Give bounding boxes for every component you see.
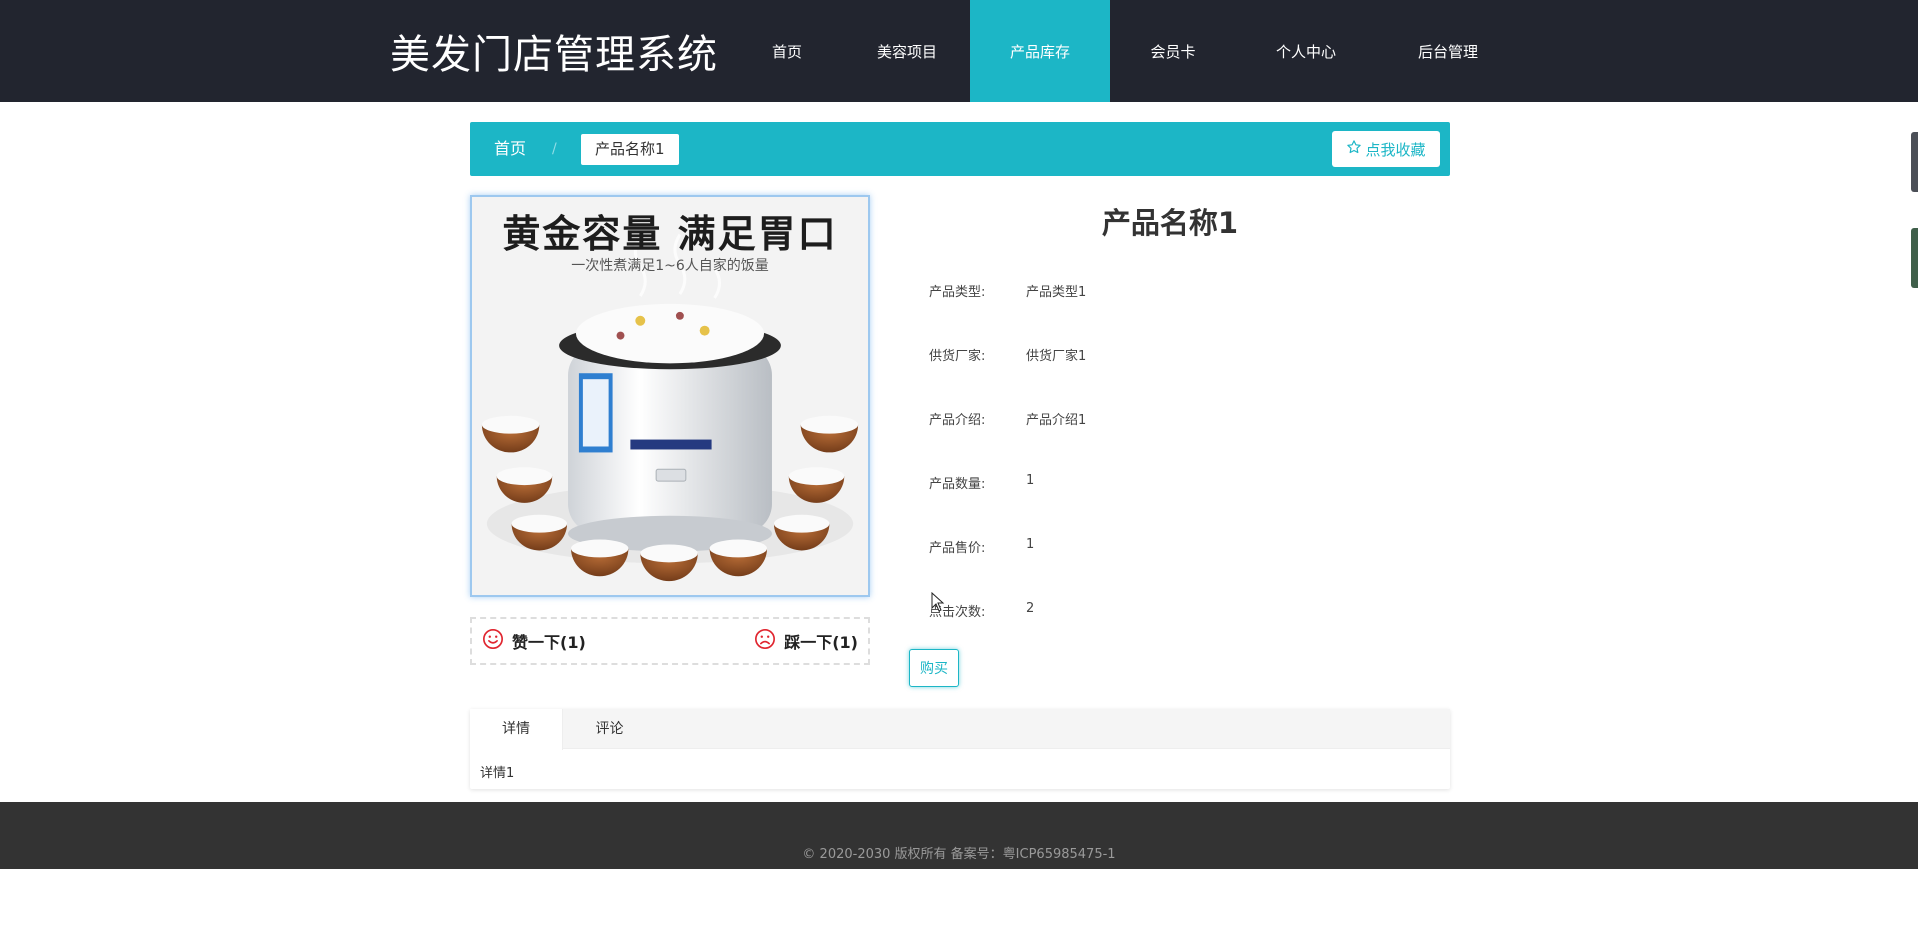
nav-item-member-card[interactable]: 会员卡	[1110, 0, 1236, 102]
like-button[interactable]: 赞一下(1)	[482, 619, 586, 663]
field-value-price: 1	[1026, 537, 1035, 552]
field-value-intro: 产品介绍1	[1026, 413, 1087, 428]
dislike-label: 踩一下(1)	[784, 633, 858, 652]
like-label: 赞一下(1)	[512, 633, 586, 652]
field-value-type: 产品类型1	[1026, 285, 1087, 300]
mouse-cursor-icon	[931, 591, 945, 612]
nav-item-product-inventory[interactable]: 产品库存	[970, 0, 1110, 102]
field-label-supplier: 供货厂家:	[929, 349, 986, 364]
image-headline: 黄金容量 满足胃口	[502, 212, 838, 256]
nav-item-home[interactable]: 首页	[730, 0, 844, 102]
field-label-type: 产品类型:	[929, 285, 986, 300]
detail-tabs-panel: 详情 评论 详情1	[470, 709, 1450, 789]
buy-button[interactable]: 购买	[909, 649, 959, 687]
top-navbar: 美发门店管理系统 首页 美容项目 产品库存 会员卡 个人中心 后台管理	[0, 0, 1918, 102]
field-label-quantity: 产品数量:	[929, 477, 986, 492]
favorite-button[interactable]: 点我收藏	[1332, 131, 1440, 167]
main-nav: 首页 美容项目 产品库存 会员卡 个人中心 后台管理	[730, 0, 1520, 102]
dislike-button[interactable]: 踩一下(1)	[754, 619, 858, 663]
site-title: 美发门店管理系统	[390, 32, 718, 78]
side-scroll-handle-top[interactable]	[1911, 132, 1918, 192]
image-subline: 一次性煮满足1~6人自家的饭量	[571, 258, 769, 274]
tab-comments[interactable]: 评论	[563, 709, 656, 749]
tab-header: 详情 评论	[470, 709, 1450, 750]
nav-item-beauty-projects[interactable]: 美容项目	[844, 0, 970, 102]
frown-icon	[754, 628, 776, 654]
tab-content: 详情1	[480, 766, 515, 781]
vote-box: 赞一下(1) 踩一下(1)	[470, 617, 870, 665]
field-value-quantity: 1	[1026, 473, 1035, 488]
field-value-clicks: 2	[1026, 601, 1035, 616]
field-label-intro: 产品介绍:	[929, 413, 986, 428]
breadcrumb: 首页 / 产品名称1 点我收藏	[470, 122, 1450, 176]
star-icon	[1346, 139, 1362, 159]
nav-item-admin[interactable]: 后台管理	[1376, 0, 1520, 102]
side-scroll-handle-bottom[interactable]	[1911, 228, 1918, 288]
nav-item-personal-center[interactable]: 个人中心	[1236, 0, 1376, 102]
smile-icon	[482, 628, 504, 654]
breadcrumb-home-link[interactable]: 首页	[494, 122, 526, 176]
tab-details[interactable]: 详情	[470, 709, 563, 750]
footer-copyright: © 2020-2030 版权所有 备案号：粤ICP65985475-1	[802, 847, 1116, 862]
breadcrumb-separator: /	[552, 141, 557, 157]
product-title: 产品名称1	[1101, 206, 1239, 240]
favorite-button-label: 点我收藏	[1365, 140, 1426, 159]
field-value-supplier: 供货厂家1	[1026, 349, 1087, 364]
product-image: 黄金容量 满足胃口 一次性煮满足1~6人自家的饭量	[470, 195, 870, 597]
breadcrumb-current: 产品名称1	[581, 134, 679, 165]
footer: © 2020-2030 版权所有 备案号：粤ICP65985475-1	[0, 802, 1918, 869]
field-label-price: 产品售价:	[929, 541, 986, 556]
